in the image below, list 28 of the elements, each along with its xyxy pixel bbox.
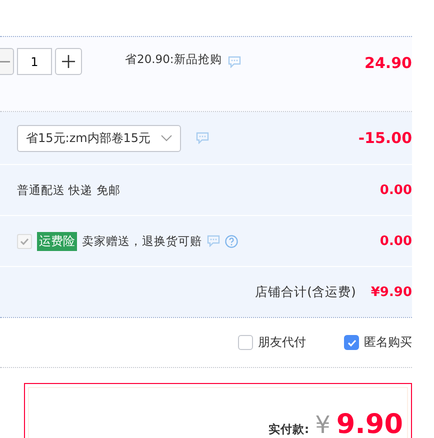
coupon-select[interactable]: 省15元:zm内部卷15元	[17, 124, 181, 152]
plus-button[interactable]	[55, 48, 82, 75]
item-price: 24.90	[364, 53, 412, 72]
chevron-down-icon	[160, 134, 172, 142]
chat-icon[interactable]	[228, 56, 241, 68]
quantity-field[interactable]: 1	[17, 48, 52, 75]
option-checkbox[interactable]: 朋友代付	[238, 334, 306, 351]
insurance-amount: 0.00	[380, 234, 412, 248]
option-checkbox[interactable]: 匿名购买	[344, 334, 412, 351]
payment-amount: 9.90	[336, 409, 403, 438]
check-icon	[346, 338, 356, 346]
chat-icon[interactable]	[196, 132, 209, 144]
store-total-amount: ¥9.90	[370, 284, 412, 300]
help-icon[interactable]	[225, 234, 238, 248]
shipping-method: 普通配送 快递 免邮	[17, 182, 120, 198]
payment-label: 实付款:	[268, 422, 310, 437]
insurance-label: 卖家赠送，退换货可赔	[82, 234, 202, 248]
coupon-amount: -15.00	[358, 129, 412, 147]
promotion-text: 省20.90:新品抢购	[125, 52, 222, 66]
check-icon	[20, 238, 29, 244]
shipping-amount: 0.00	[380, 182, 412, 198]
plus-icon	[62, 55, 75, 68]
chat-icon[interactable]	[207, 235, 220, 247]
minus-button[interactable]	[0, 48, 14, 75]
store-total-label: 店铺合计(含运费)	[255, 284, 356, 300]
currency-symbol: ¥	[315, 411, 330, 438]
insurance-tag: 运费险	[37, 232, 77, 250]
minus-icon	[0, 60, 10, 62]
